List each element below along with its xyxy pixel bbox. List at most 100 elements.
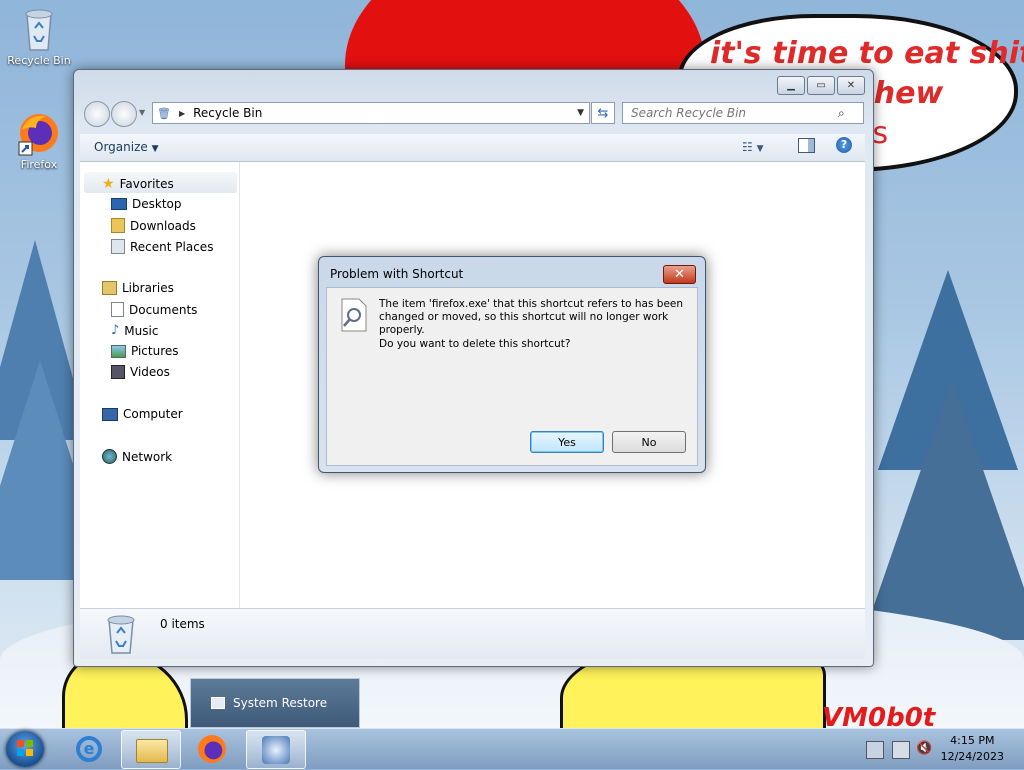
yes-button[interactable]: Yes bbox=[530, 431, 604, 453]
search-input[interactable] bbox=[629, 105, 838, 121]
clock[interactable]: 4:15 PM 12/24/2023 bbox=[941, 733, 1004, 765]
chevron-down-icon: ▼ bbox=[151, 144, 159, 154]
dialog-question: Do you want to delete this shortcut? bbox=[379, 338, 571, 350]
libraries-icon bbox=[102, 281, 117, 295]
nav-label: Computer bbox=[123, 407, 183, 421]
nav-computer[interactable]: Computer bbox=[102, 407, 183, 421]
internet-explorer-icon: e bbox=[76, 736, 102, 762]
system-restore-small-icon bbox=[211, 697, 225, 709]
nav-desktop[interactable]: Desktop bbox=[111, 197, 182, 211]
clock-time: 4:15 PM bbox=[950, 734, 995, 747]
system-restore-thumbnail[interactable]: System Restore bbox=[190, 678, 360, 728]
wallpaper-tree-right-2 bbox=[862, 380, 1024, 640]
nav-label: Favorites bbox=[119, 177, 174, 191]
nav-music[interactable]: ♪ Music bbox=[111, 323, 158, 338]
back-button[interactable] bbox=[84, 101, 110, 127]
desktop-icon-label: Firefox bbox=[20, 158, 58, 171]
desktop-icon-recycle-bin[interactable]: Recycle Bin bbox=[4, 6, 74, 67]
start-button[interactable] bbox=[6, 731, 44, 767]
network-status-icon[interactable] bbox=[892, 741, 910, 759]
item-count: 0 items bbox=[160, 617, 205, 631]
command-bar: Organize ▼ ☷ ▼ ? bbox=[80, 134, 865, 162]
volume-muted-icon[interactable]: 🔇 bbox=[916, 741, 932, 757]
breadcrumb-arrow-icon: ▶ bbox=[178, 108, 186, 118]
recycle-bin-small-icon: 🗑 bbox=[157, 106, 171, 120]
nav-label: Desktop bbox=[132, 197, 182, 211]
dialog-body: The item 'firefox.exe' that this shortcu… bbox=[326, 287, 698, 466]
speech-line-1: it's time to eat shit bbox=[710, 36, 1024, 71]
address-text: Recycle Bin bbox=[193, 106, 263, 120]
nav-pictures[interactable]: Pictures bbox=[111, 344, 179, 358]
star-icon: ★ bbox=[102, 176, 115, 192]
pictures-icon bbox=[111, 344, 126, 358]
nav-documents[interactable]: Documents bbox=[111, 302, 197, 317]
taskbar-firefox[interactable] bbox=[184, 730, 242, 767]
nav-downloads[interactable]: Downloads bbox=[111, 218, 196, 233]
nav-label: Music bbox=[124, 323, 159, 338]
nav-favorites[interactable]: ★ Favorites bbox=[102, 176, 174, 192]
preview-pane-button[interactable] bbox=[798, 138, 815, 153]
clock-date: 12/24/2023 bbox=[940, 750, 1004, 763]
help-button[interactable]: ? bbox=[836, 137, 852, 153]
music-icon: ♪ bbox=[111, 323, 120, 338]
action-center-icon[interactable] bbox=[866, 741, 884, 759]
nav-label: Videos bbox=[130, 365, 170, 379]
nav-label: Libraries bbox=[122, 281, 174, 295]
desktop-icon-label: Recycle Bin bbox=[7, 54, 71, 67]
refresh-icon: ⇆ bbox=[597, 105, 609, 121]
nav-network[interactable]: Network bbox=[102, 449, 172, 464]
no-button[interactable]: No bbox=[612, 431, 686, 453]
search-box[interactable]: ⌕ bbox=[622, 102, 864, 124]
computer-icon bbox=[102, 407, 118, 421]
chevron-down-icon: ▼ bbox=[756, 144, 764, 154]
nav-label: Pictures bbox=[131, 344, 179, 358]
nav-label: Network bbox=[122, 449, 173, 464]
taskbar-windows-explorer[interactable] bbox=[121, 730, 181, 769]
system-restore-label: System Restore bbox=[233, 696, 328, 710]
firefox-icon bbox=[16, 110, 62, 156]
help-icon: ? bbox=[840, 138, 848, 151]
refresh-button[interactable]: ⇆ bbox=[591, 102, 615, 124]
nav-libraries[interactable]: Libraries bbox=[102, 281, 174, 295]
desktop-icon-firefox[interactable]: Firefox bbox=[4, 110, 74, 171]
videos-icon bbox=[111, 365, 125, 379]
close-icon: ✕ bbox=[674, 267, 685, 282]
minimize-icon: ▁ bbox=[787, 80, 795, 91]
recent-places-icon bbox=[111, 239, 125, 254]
system-restore-icon bbox=[262, 736, 290, 764]
minimize-button[interactable]: ▁ bbox=[777, 76, 805, 95]
nav-recent-places[interactable]: Recent Places bbox=[111, 239, 213, 254]
taskbar: e 🔇 4:15 PM 12/24/2023 bbox=[0, 728, 1024, 769]
network-icon bbox=[102, 449, 117, 464]
organize-menu[interactable]: Organize ▼ bbox=[94, 140, 159, 154]
caption-buttons: ▁ ▭ ✕ bbox=[775, 76, 865, 95]
forward-button[interactable] bbox=[111, 101, 137, 127]
organize-label: Organize bbox=[94, 140, 148, 154]
downloads-icon bbox=[111, 218, 125, 233]
nav-label: Recent Places bbox=[130, 239, 214, 254]
windows-logo-icon bbox=[17, 740, 33, 756]
dialog-title: Problem with Shortcut bbox=[330, 267, 464, 281]
search-document-icon bbox=[339, 298, 369, 335]
details-pane: 0 items bbox=[80, 608, 865, 659]
navigation-pane: ★ Favorites Desktop Downloads Recent Pla… bbox=[80, 162, 240, 608]
maximize-button[interactable]: ▭ bbox=[807, 76, 835, 95]
close-icon: ✕ bbox=[846, 80, 856, 91]
change-view-button[interactable]: ☷ ▼ bbox=[742, 140, 764, 154]
address-bar[interactable]: 🗑 ▶ Recycle Bin ▼ bbox=[152, 102, 590, 124]
close-button[interactable]: ✕ bbox=[837, 76, 865, 95]
recent-pages-chevron-icon[interactable]: ▼ bbox=[139, 108, 145, 117]
maximize-icon: ▭ bbox=[816, 80, 826, 91]
firefox-icon bbox=[198, 735, 226, 763]
dialog-close-button[interactable]: ✕ bbox=[663, 265, 696, 284]
nav-videos[interactable]: Videos bbox=[111, 365, 170, 379]
search-icon[interactable]: ⌕ bbox=[838, 106, 845, 121]
taskbar-internet-explorer[interactable]: e bbox=[62, 730, 120, 767]
recycle-bin-icon bbox=[22, 6, 56, 52]
problem-with-shortcut-dialog: Problem with Shortcut ✕ The item 'firefo… bbox=[318, 256, 706, 473]
documents-icon bbox=[111, 302, 124, 317]
desktop-icon bbox=[111, 198, 127, 210]
recycle-bin-large-icon bbox=[104, 613, 138, 658]
address-dropdown-icon[interactable]: ▼ bbox=[577, 108, 584, 118]
taskbar-system-restore[interactable] bbox=[246, 730, 306, 769]
